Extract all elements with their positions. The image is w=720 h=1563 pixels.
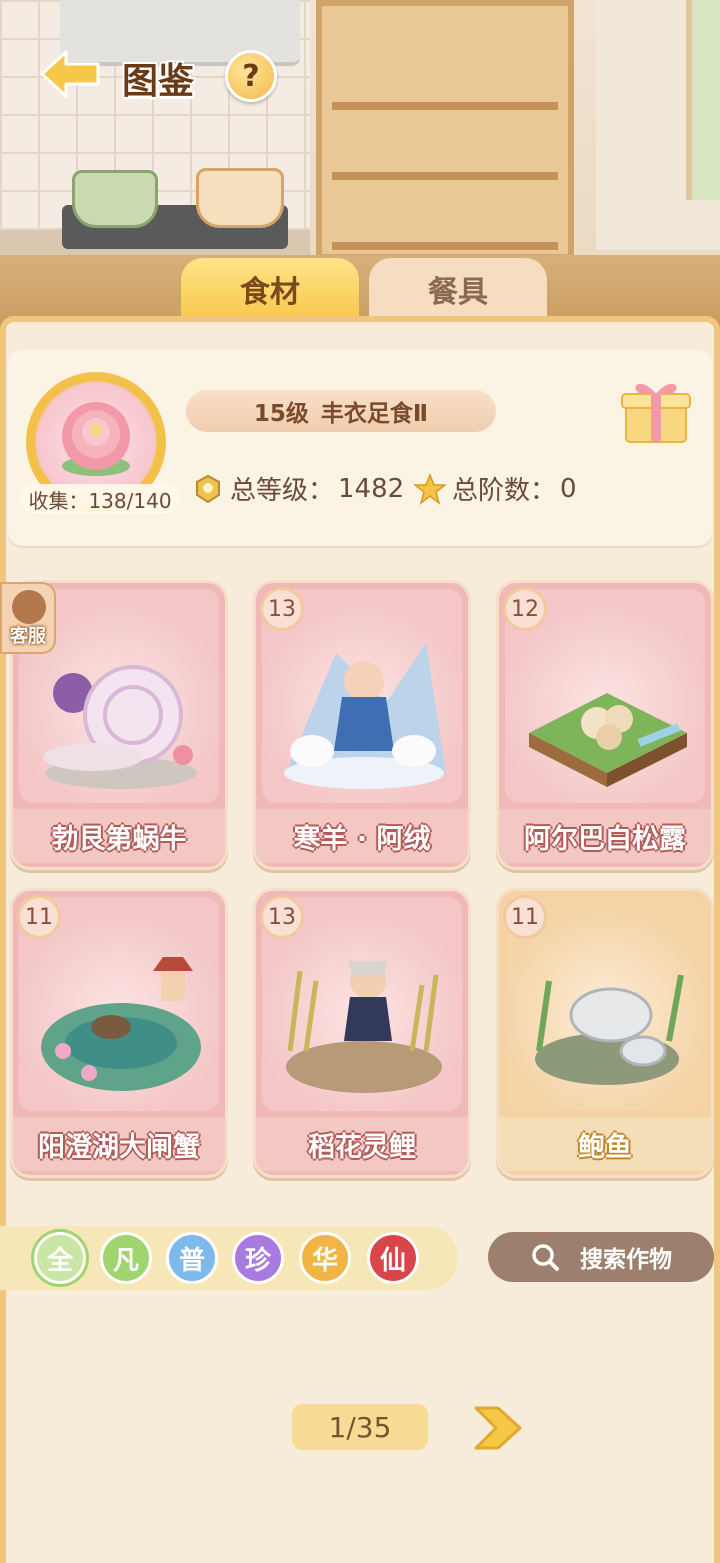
cabinet-shelf: [332, 102, 558, 110]
rarity-filter-immortal[interactable]: 仙: [367, 1232, 419, 1284]
item-card[interactable]: 12 阿尔巴白松露: [496, 580, 714, 870]
search-icon: [532, 1244, 559, 1271]
item-level-badge: 11: [17, 895, 61, 939]
kitchen-background: [0, 0, 720, 330]
search-crops-button[interactable]: 搜索作物: [488, 1232, 714, 1282]
item-level-badge: 13: [260, 895, 304, 939]
item-card[interactable]: 11 鲍鱼: [496, 888, 714, 1178]
level-banner: 15级 丰衣足食Ⅱ: [186, 390, 496, 432]
orange-pot: [196, 168, 284, 228]
customer-service-button[interactable]: 客服: [0, 582, 56, 654]
medal-icon: [196, 474, 220, 503]
crab-icon: [41, 957, 201, 1091]
dish-cabinet: [316, 0, 574, 260]
item-name: 稻花灵鲤: [256, 1117, 468, 1171]
help-button[interactable]: ?: [225, 50, 277, 102]
total-level-value: 1482: [338, 473, 405, 504]
page-indicator: 1/35: [292, 1404, 428, 1450]
abalone-icon: [535, 974, 684, 1085]
customer-service-label: 客服: [10, 626, 46, 647]
cabinet-shelf: [332, 172, 558, 180]
rarity-filter-rare[interactable]: 珍: [232, 1232, 284, 1284]
item-name: 阳澄湖大闸蟹: [13, 1117, 225, 1171]
collect-count: 收集：138/140: [20, 484, 180, 514]
back-arrow-icon[interactable]: [38, 48, 102, 100]
rarity-filter-common[interactable]: 凡: [100, 1232, 152, 1284]
item-name: 寒羊 · 阿绒: [256, 809, 468, 863]
item-level-badge: 13: [260, 587, 304, 631]
total-level-label: 总等级：: [230, 476, 335, 506]
item-card[interactable]: 13 寒羊 · 阿绒: [253, 580, 471, 870]
item-card[interactable]: 13 稻花灵鲤: [253, 888, 471, 1178]
item-name: 勃艮第蜗牛: [13, 809, 225, 863]
level-value: 15级: [253, 401, 309, 427]
search-label: 搜索作物: [580, 1247, 672, 1273]
total-level-stat: 总等级： 1482: [192, 470, 404, 507]
star-icon: [414, 472, 446, 505]
rarity-filter-all[interactable]: 全: [34, 1232, 86, 1284]
sheep-girl-icon: [284, 643, 446, 789]
truffle-icon: [529, 693, 687, 787]
window: [596, 0, 720, 250]
cabinet-shelf: [332, 242, 558, 250]
item-card[interactable]: 11 阳澄湖大闸蟹: [10, 888, 228, 1178]
total-stage-value: 0: [560, 473, 577, 504]
rose-icon: [62, 402, 130, 476]
total-stage-label: 总阶数：: [452, 476, 557, 506]
snail-icon: [43, 665, 197, 789]
item-name: 阿尔巴白松露: [499, 809, 711, 863]
gift-icon[interactable]: [620, 372, 692, 446]
green-pot: [72, 170, 158, 228]
item-level-badge: 12: [503, 587, 547, 631]
tab-tableware[interactable]: 餐具: [369, 258, 547, 320]
item-name: 鲍鱼: [499, 1117, 711, 1171]
page-title: 图鉴: [122, 61, 195, 102]
next-page-arrow-icon[interactable]: [468, 1398, 526, 1458]
level-title: 丰衣足食Ⅱ: [320, 401, 429, 427]
rarity-filter-splendid[interactable]: 华: [299, 1232, 351, 1284]
item-level-badge: 11: [503, 895, 547, 939]
tab-ingredients[interactable]: 食材: [181, 258, 359, 320]
rice-carp-girl-icon: [286, 961, 442, 1093]
total-stage-stat: 总阶数： 0: [414, 470, 577, 507]
headset-icon: [12, 590, 46, 624]
rarity-filter-normal[interactable]: 普: [166, 1232, 218, 1284]
